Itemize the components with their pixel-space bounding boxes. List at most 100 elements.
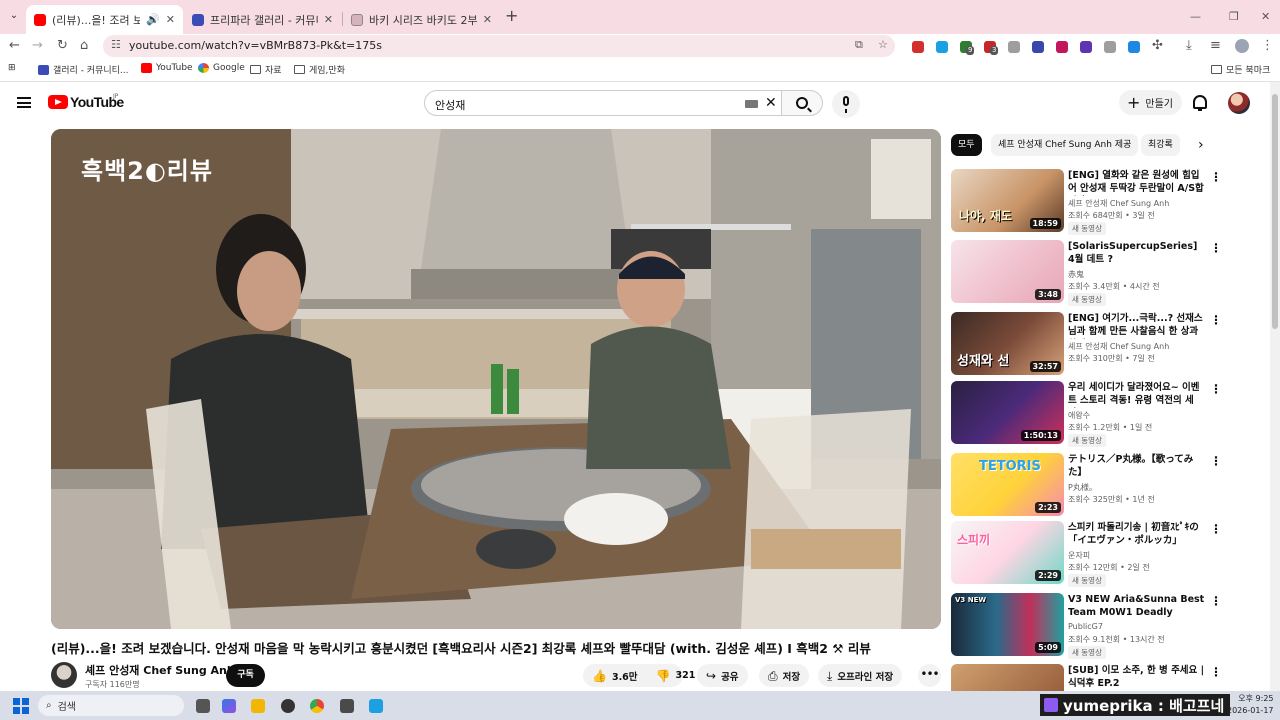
keyboard-icon[interactable] (745, 100, 758, 108)
video-player[interactable]: 흑백2◐리뷰 (51, 129, 941, 629)
search-query[interactable]: 안성재 (435, 97, 465, 113)
video-thumbnail[interactable]: TETORIS 2:23 (951, 453, 1064, 516)
bookmark-star-icon[interactable]: ☆ (878, 38, 888, 51)
chevron-right-icon[interactable]: › (1198, 137, 1204, 153)
close-tab-icon[interactable]: ✕ (166, 13, 175, 26)
recommendation-item[interactable]: 성재와 선 32:57 [ENG] 여기가...극락...? 선재스님과 함께 … (951, 312, 1261, 376)
video-thumbnail[interactable]: 나야, 재도 18:59 (951, 169, 1064, 232)
recommendation-channel[interactable]: 赤鬼 (1068, 269, 1084, 280)
video-thumbnail[interactable]: V3 NEW 5:09 (951, 593, 1064, 656)
clear-search-icon[interactable]: ✕ (765, 95, 777, 111)
more-options-icon[interactable]: ⋮ (1210, 314, 1222, 326)
recommendation-item[interactable]: 3:48 [SolarisSupercupSeries] 4월 데트 ? 赤鬼 … (951, 240, 1261, 306)
recommendation-channel[interactable]: P丸様。 (1068, 482, 1097, 493)
new-tab-icon[interactable]: + (505, 8, 518, 24)
chip-channel[interactable]: 셰프 안성재 Chef Sung Anh 제공 (991, 134, 1139, 156)
bookmark-folder-games[interactable]: 게임,만화 (294, 63, 345, 76)
bookmark-youtube[interactable]: YouTube (141, 63, 193, 73)
video-thumbnail[interactable] (951, 664, 1064, 691)
file-explorer-icon[interactable] (251, 699, 265, 713)
app-icon[interactable] (340, 699, 354, 713)
all-bookmarks[interactable]: 모든 북마크 (1211, 63, 1270, 76)
extension-icon[interactable] (1104, 41, 1116, 53)
dislike-count[interactable]: 321 (675, 670, 695, 681)
video-thumbnail[interactable]: 1:50:13 (951, 381, 1064, 444)
windows-start-icon[interactable] (13, 698, 29, 714)
recommendation-title[interactable]: [SolarisSupercupSeries] 4월 데트 ? (1068, 240, 1206, 266)
restore-icon[interactable]: ❐ (1229, 10, 1239, 23)
recommendation-channel[interactable]: 셰프 안성재 Chef Sung Anh (1068, 198, 1169, 209)
close-tab-icon[interactable]: ✕ (483, 13, 492, 26)
extension-icon[interactable] (1008, 41, 1020, 53)
save-button[interactable]: ⎙ 저장 (759, 664, 810, 687)
media-control-icon[interactable]: ≡ (1210, 38, 1221, 54)
recommendation-title[interactable]: 스피키 파돌리기송 | 初音ｽﾋﾟｷの「イエヴァン・ポルッカ」 (1068, 521, 1206, 547)
download-offline-button[interactable]: ⤓ 오프라인 저장 (818, 664, 903, 687)
search-input[interactable]: 안성재 ✕ (424, 90, 782, 116)
channel-name[interactable]: 셰프 안성재 Chef Sung Anh (85, 662, 235, 678)
channel-avatar[interactable] (51, 662, 77, 688)
menu-icon[interactable] (17, 97, 31, 108)
task-view-icon[interactable] (196, 699, 210, 713)
address-bar[interactable]: ☷ youtube.com/watch?v=vBMrB873-Pk&t=175s… (103, 35, 895, 57)
tab-pripara-gallery[interactable]: 프리파라 갤러리 - 커뮤니티 포 ✕ (184, 5, 341, 34)
app-icon[interactable] (281, 699, 295, 713)
recommendation-title[interactable]: V3 NEW Aria&Sunna Best Team M0W1 Deadly … (1068, 593, 1206, 620)
more-actions-icon[interactable]: ••• (918, 664, 941, 687)
chip-all[interactable]: 모두 (951, 134, 982, 156)
speaker-icon[interactable]: 🔊 (146, 13, 160, 26)
page-scrollbar[interactable] (1270, 82, 1280, 691)
back-icon[interactable]: ← (9, 38, 20, 54)
home-icon[interactable]: ⌂ (80, 38, 88, 54)
recommendation-title[interactable]: [ENG] 열화와 같은 원성에 힘입어 안성재 두딱강 두란말이 A/S합니다… (1068, 169, 1206, 196)
download-icon[interactable]: ⤓ (1186, 38, 1192, 54)
taskbar-search[interactable]: ⌕ 검색 (38, 695, 184, 716)
subscribe-button[interactable]: 구독 (226, 664, 265, 687)
more-options-icon[interactable]: ⋮ (1210, 595, 1222, 607)
more-options-icon[interactable]: ⋮ (1210, 383, 1222, 395)
recommendation-channel[interactable]: 운자피 (1068, 550, 1090, 561)
forward-icon[interactable]: → (32, 38, 43, 54)
tab-baki[interactable]: 바키 시리즈 바키도 2부 128화 ✕ (343, 5, 500, 34)
bookmark-folder-resources[interactable]: 자료 (250, 63, 282, 76)
recommendation-item[interactable]: 나야, 재도 18:59 [ENG] 열화와 같은 원성에 힘입어 안성재 두딱… (951, 169, 1261, 235)
video-thumbnail[interactable]: 성재와 선 32:57 (951, 312, 1064, 375)
extension-icon[interactable] (912, 41, 924, 53)
more-options-icon[interactable]: ⋮ (1210, 455, 1222, 467)
recommendation-title[interactable]: [SUB] 이모 소주, 한 병 주세요 | 식덕후 EP.2 (1068, 664, 1206, 690)
extension-icon[interactable] (1128, 41, 1140, 53)
video-thumbnail[interactable]: 스피끼 2:29 (951, 521, 1064, 584)
recommendation-channel[interactable]: PublicG7 (1068, 622, 1103, 631)
reload-icon[interactable]: ↻ (57, 38, 68, 54)
url-text[interactable]: youtube.com/watch?v=vBMrB873-Pk&t=175s (129, 39, 382, 52)
chrome-icon[interactable] (310, 699, 324, 713)
extensions-puzzle-icon[interactable]: ✣ (1152, 38, 1163, 54)
more-options-icon[interactable]: ⋮ (1210, 666, 1222, 678)
extension-icon[interactable] (1080, 41, 1092, 53)
bookmark-google[interactable]: Google (198, 63, 245, 73)
scrollbar-thumb[interactable] (1272, 94, 1278, 329)
like-count[interactable]: 3.6만 (612, 669, 638, 683)
browser-menu-icon[interactable]: ⋮ (1261, 38, 1274, 54)
system-clock[interactable]: 오후 9:25 2026-01-17 (1227, 693, 1274, 717)
install-app-icon[interactable]: ⧉ (855, 38, 863, 52)
youtube-logo-icon[interactable] (48, 95, 68, 109)
apps-grid-icon[interactable]: ⊞ (8, 63, 16, 73)
more-options-icon[interactable]: ⋮ (1210, 171, 1222, 183)
video-thumbnail[interactable]: 3:48 (951, 240, 1064, 303)
recommendation-item[interactable]: V3 NEW 5:09 V3 NEW Aria&Sunna Best Team … (951, 593, 1261, 659)
close-tab-icon[interactable]: ✕ (324, 13, 333, 26)
share-button[interactable]: ↪ 공유 (697, 664, 748, 687)
recommendation-channel[interactable]: 애왕수 (1068, 410, 1090, 421)
copilot-icon[interactable] (222, 699, 236, 713)
dislike-icon[interactable]: 👎 (656, 670, 671, 682)
like-icon[interactable]: 👍 (592, 670, 607, 682)
recommendation-item[interactable]: 1:50:13 우리 세이디가 달라졌어요~ 이벤트 스토리 격동! 유령 역전… (951, 381, 1261, 447)
notifications-bell-icon[interactable] (1193, 95, 1207, 111)
voice-search-button[interactable] (832, 90, 860, 118)
bookmark-gallery[interactable]: 갤러리 - 커뮤니티... (38, 63, 129, 76)
more-options-icon[interactable]: ⋮ (1210, 523, 1222, 535)
account-avatar[interactable] (1228, 92, 1250, 114)
search-button[interactable] (781, 90, 823, 116)
recommendation-title[interactable]: [ENG] 여기가...극락...? 선재스님과 함께 만든 사찰음식 한 상과… (1068, 312, 1206, 339)
